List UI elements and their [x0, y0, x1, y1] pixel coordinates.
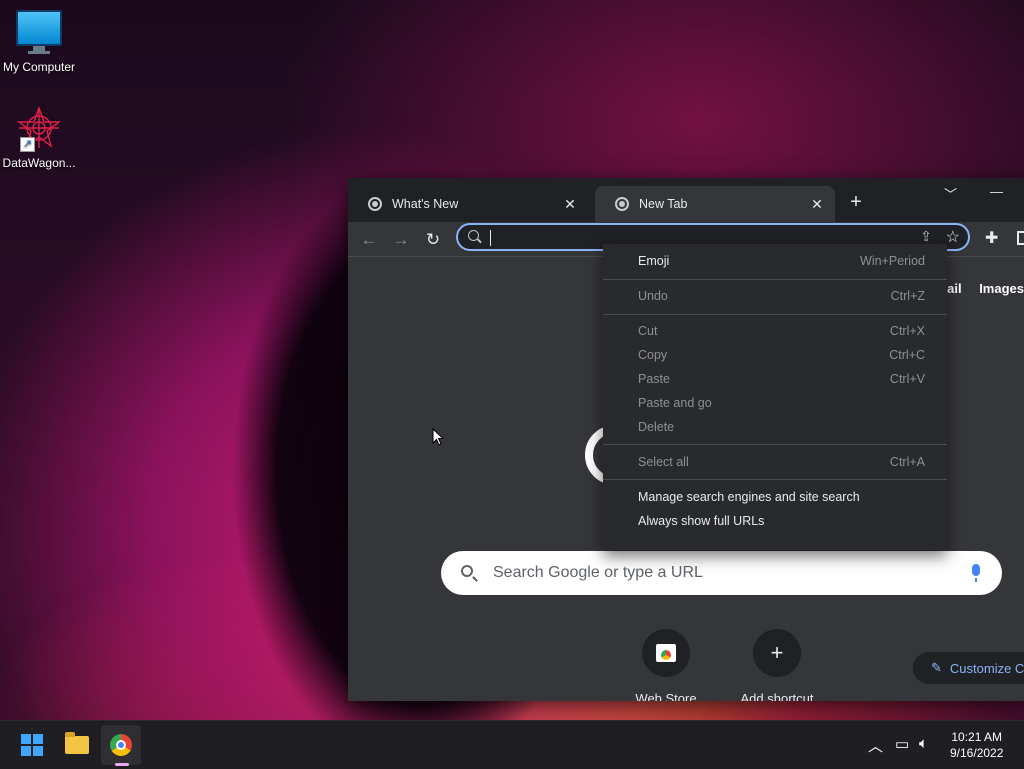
menu-item-label: Paste: [638, 372, 670, 386]
desktop-icon-label: DataWagon...: [2, 156, 76, 170]
menu-separator: [603, 279, 947, 280]
desktop-icon-my-computer[interactable]: My Computer: [0, 10, 78, 74]
tab-whats-new[interactable]: What's New ✕: [348, 186, 588, 222]
show-hidden-icons-chevron-icon[interactable]: ︿: [868, 735, 883, 756]
microphone-icon[interactable]: [972, 564, 980, 582]
volume-icon[interactable]: 🔈︎: [919, 735, 928, 752]
forward-arrow-icon[interactable]: →: [390, 229, 412, 251]
reload-icon[interactable]: ↻: [422, 229, 444, 251]
menu-item-shortcut: Win+Period: [860, 254, 925, 268]
shortcut-label: Web Store: [635, 691, 697, 701]
menu-item-label: Cut: [638, 324, 658, 338]
desktop-icon-datawagon[interactable]: ↗ DataWagon...: [0, 105, 78, 170]
tab-title: What's New: [392, 197, 459, 211]
menu-item-shortcut: Ctrl+V: [889, 372, 925, 386]
side-panel-icon[interactable]: [1017, 231, 1024, 245]
menu-item-label: Manage search engines and site search: [638, 490, 860, 504]
clock-date: 9/16/2022: [950, 746, 1004, 760]
menu-item-select-all[interactable]: Select all Ctrl+A: [638, 451, 925, 473]
menu-item-label: Delete: [638, 420, 675, 434]
google-search-box[interactable]: Search Google or type a URL: [441, 551, 1002, 595]
shortcut-arrow-icon: ↗: [20, 137, 35, 152]
taskbar-file-explorer[interactable]: [57, 725, 97, 765]
menu-item-shortcut: Ctrl+C: [889, 348, 925, 362]
menu-item-cut[interactable]: Cut Ctrl+X: [638, 320, 925, 342]
tab-strip: What's New ✕ New Tab ✕ + ﹀ —: [348, 178, 1024, 222]
menu-item-paste-and-go[interactable]: Paste and go: [638, 392, 925, 414]
chrome-favicon-icon: [615, 197, 629, 211]
menu-separator: [603, 314, 947, 315]
menu-item-manage-search-engines[interactable]: Manage search engines and site search: [638, 486, 925, 508]
folder-icon: [65, 732, 89, 754]
tab-title: New Tab: [639, 197, 688, 211]
customize-label: Customize C: [949, 660, 1024, 676]
text-caret: [490, 230, 491, 246]
back-arrow-icon[interactable]: ←: [358, 229, 380, 251]
menu-item-copy[interactable]: Copy Ctrl+C: [638, 344, 925, 366]
taskbar: ︿ ▭ 🔈︎ 10:21 AM 9/16/2022: [0, 720, 1024, 769]
shortcut-label: Add shortcut: [740, 691, 814, 701]
tab-search-chevron-icon[interactable]: ﹀: [944, 184, 957, 203]
pencil-icon: ✎: [931, 660, 942, 675]
clock-time: 10:21 AM: [951, 730, 1003, 744]
menu-separator: [603, 479, 947, 480]
shortcut-web-store[interactable]: Web Store: [618, 629, 714, 701]
system-clock[interactable]: 10:21 AM 9/16/2022: [950, 729, 1003, 761]
menu-item-label: Always show full URLs: [638, 514, 765, 528]
active-app-indicator: [115, 763, 129, 766]
search-icon: [468, 230, 479, 241]
menu-item-shortcut: Ctrl+A: [889, 455, 925, 469]
menu-item-undo[interactable]: Undo Ctrl+Z: [638, 285, 925, 307]
customize-chrome-button[interactable]: ✎ Customize C: [913, 652, 1024, 684]
menu-item-shortcut: Ctrl+Z: [890, 289, 925, 303]
bookmark-star-icon[interactable]: ☆: [946, 227, 960, 247]
taskbar-chrome[interactable]: [101, 725, 141, 765]
search-icon: [461, 565, 473, 577]
menu-item-label: Select all: [638, 455, 689, 469]
menu-item-delete[interactable]: Delete: [638, 416, 925, 438]
start-button[interactable]: [12, 725, 52, 765]
close-tab-icon[interactable]: ✕: [809, 196, 825, 212]
web-store-icon: [642, 629, 690, 677]
menu-item-shortcut: Ctrl+X: [889, 324, 925, 338]
menu-item-label: Undo: [638, 289, 668, 303]
menu-item-label: Paste and go: [638, 396, 712, 410]
menu-item-always-show-full-urls[interactable]: Always show full URLs: [638, 510, 925, 532]
menu-item-label: Copy: [638, 348, 668, 362]
menu-separator: [603, 444, 947, 445]
datawagon-logo-icon: ↗: [16, 105, 62, 152]
share-icon[interactable]: ⇪: [920, 228, 932, 245]
network-icon[interactable]: ▭: [895, 735, 909, 753]
mouse-cursor-icon: [432, 428, 444, 446]
minimize-icon[interactable]: —: [990, 184, 1003, 199]
chrome-favicon-icon: [368, 197, 382, 211]
images-link[interactable]: Images: [979, 281, 1024, 296]
plus-icon: +: [753, 629, 801, 677]
shortcut-add[interactable]: + Add shortcut: [729, 629, 825, 701]
desktop-icon-label: My Computer: [2, 60, 76, 74]
menu-item-label: Emoji: [638, 254, 670, 268]
chrome-icon: [110, 734, 132, 756]
search-placeholder: Search Google or type a URL: [493, 564, 703, 581]
close-tab-icon[interactable]: ✕: [562, 196, 578, 212]
context-menu: Emoji Win+Period Undo Ctrl+Z Cut Ctrl+X …: [603, 244, 947, 550]
windows-logo-icon: [21, 734, 43, 756]
menu-item-paste[interactable]: Paste Ctrl+V: [638, 368, 925, 390]
extensions-puzzle-icon[interactable]: ✚: [985, 228, 998, 248]
new-tab-button[interactable]: +: [846, 192, 866, 212]
tab-new-tab[interactable]: New Tab ✕: [595, 186, 835, 222]
monitor-icon: [16, 10, 62, 56]
menu-item-emoji[interactable]: Emoji Win+Period: [638, 250, 925, 272]
